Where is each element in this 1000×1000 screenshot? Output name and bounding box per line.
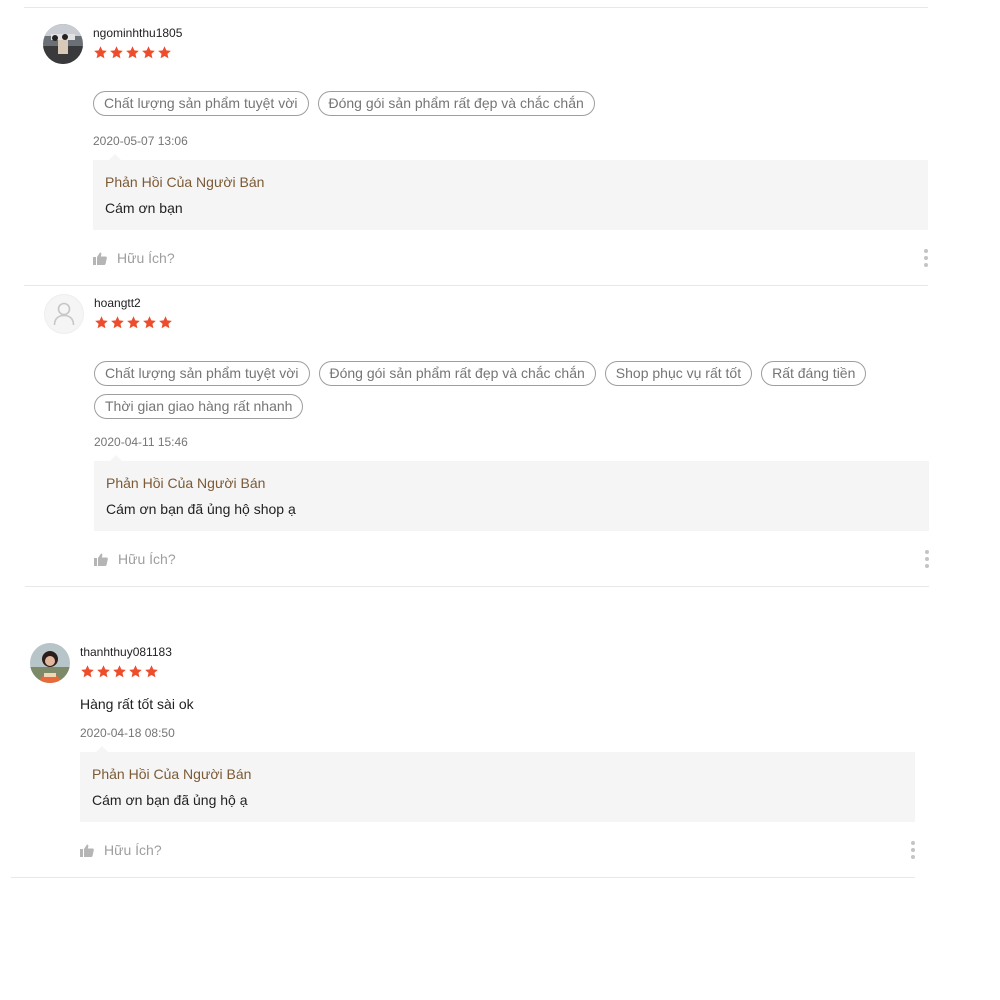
star-icon xyxy=(145,665,158,678)
divider xyxy=(11,877,915,878)
reviewer-username[interactable]: thanhthuy081183 xyxy=(80,645,172,659)
star-icon xyxy=(97,665,110,678)
thumbs-up-icon xyxy=(80,844,94,857)
more-vertical-icon xyxy=(911,841,915,845)
seller-reply-text: Cám ơn bạn đã ủng hộ ạ xyxy=(92,792,248,808)
rating-stars xyxy=(80,664,159,679)
helpful-label: Hữu Ích? xyxy=(104,842,162,858)
avatar[interactable] xyxy=(30,643,70,683)
seller-reply-title: Phản Hồi Của Người Bán xyxy=(92,766,252,782)
more-dot xyxy=(911,848,915,852)
star-icon xyxy=(129,665,142,678)
star-icon xyxy=(113,665,126,678)
more-options-button[interactable] xyxy=(908,841,918,859)
star-icon xyxy=(81,665,94,678)
helpful-button[interactable]: Hữu Ích? xyxy=(80,842,162,858)
review-comment: Hàng rất tốt sài ok xyxy=(80,696,194,712)
review-item: thanhthuy081183 Hàng rất tốt sài ok 2020… xyxy=(0,0,1000,900)
seller-reply: Phản Hồi Của Người Bán Cám ơn bạn đã ủng… xyxy=(80,746,915,822)
review-datetime: 2020-04-18 08:50 xyxy=(80,726,175,740)
more-dot xyxy=(911,855,915,859)
